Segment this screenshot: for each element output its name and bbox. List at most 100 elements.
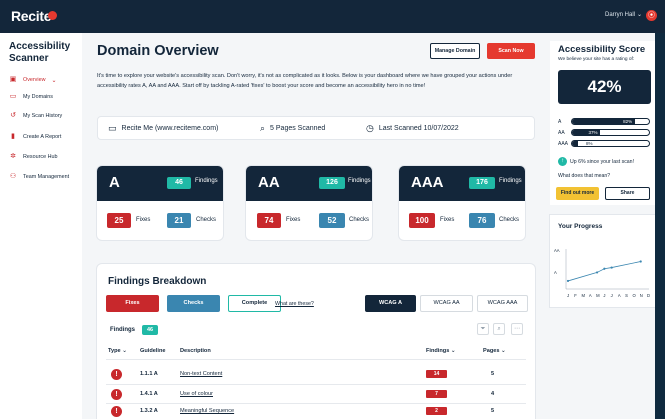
score-bar-a: 82% <box>571 118 650 125</box>
chart-icon: ▮ <box>11 133 15 140</box>
x-tick-label: S <box>625 293 628 298</box>
more-icon[interactable]: ⋯ <box>511 323 523 335</box>
header-pages[interactable]: Pages ⌄ <box>483 348 506 354</box>
app-frame: Recite Darryn Hall ⌄ ⦿ Accessibility Sca… <box>0 0 665 419</box>
score-subtitle: We believe your site has a rating of: <box>558 57 635 62</box>
checks-count[interactable]: 76 <box>469 213 495 228</box>
checks-count[interactable]: 21 <box>167 213 191 228</box>
card-level: A <box>109 174 120 191</box>
sidebar-item-label: My Domains <box>23 94 53 100</box>
find-out-more-button[interactable]: Find out more <box>556 187 599 200</box>
sidebar-item-create-report[interactable]: ▮ Create A Report <box>9 130 61 144</box>
score-bar-fill: 37% <box>572 130 601 135</box>
x-tick-label: M <box>596 293 600 298</box>
tab-wcag-a[interactable]: WCAG A <box>365 295 416 312</box>
row-description-link[interactable]: Non-text Content <box>180 371 222 377</box>
row-findings: 14 <box>426 370 447 378</box>
row-guideline: 1.1.1 A <box>140 371 158 377</box>
score-value: 42% <box>558 70 651 104</box>
card-header: AAA 176 Findings <box>399 166 525 201</box>
manage-domain-button[interactable]: Manage Domain <box>430 43 480 59</box>
row-findings: 2 <box>426 407 447 415</box>
findings-count: 46 <box>167 177 191 189</box>
table-row[interactable]: ! 1.1.1 A Non-text Content 14 5 <box>97 367 535 385</box>
header-findings[interactable]: Findings ⌄ <box>426 348 456 354</box>
findings-count: 126 <box>319 177 345 189</box>
findings-count-badge: 46 <box>142 325 158 335</box>
header-type[interactable]: Type ⌄ <box>108 348 127 354</box>
level-aa-card[interactable]: AA 126 Findings 74 Fixes 52 Checks <box>246 166 372 240</box>
logo-badge-icon <box>48 11 57 20</box>
x-tick-label: A <box>589 293 592 298</box>
search-icon[interactable]: ⌕ <box>493 323 505 335</box>
x-tick-label: M <box>582 293 586 298</box>
progress-point <box>610 266 613 269</box>
page-edge <box>655 33 665 419</box>
findings-count: 176 <box>469 177 495 189</box>
sidebar-item-team-management[interactable]: ⚇ Team Management <box>9 170 69 184</box>
card-header: AA 126 Findings <box>246 166 372 201</box>
site-name: Recite Me (www.reciteme.com) <box>121 125 219 132</box>
sidebar-item-label: Team Management <box>23 174 70 180</box>
progress-chart: AAAJ F M A M J J A S O N D <box>554 248 650 298</box>
sidebar-item-my-domains[interactable]: ▭ My Domains <box>9 90 53 104</box>
card-level: AA <box>258 174 280 191</box>
what-are-these-link[interactable]: What are these? <box>275 301 314 307</box>
header-guideline: Guideline <box>140 348 166 354</box>
score-change-text: Up 6% since your last scan! <box>570 158 635 165</box>
fixes-count[interactable]: 100 <box>409 213 435 228</box>
arrow-up-icon: ↑ <box>558 157 567 166</box>
checks-label: Checks <box>499 217 520 223</box>
score-bar-fill: 82% <box>572 119 636 124</box>
site-info: ▭ Recite Me (www.reciteme.com) <box>108 123 218 134</box>
monitor-icon: ▭ <box>9 93 17 100</box>
avatar[interactable]: ⦿ <box>646 10 657 21</box>
x-tick-label: N <box>640 293 643 298</box>
progress-point <box>603 267 606 270</box>
recite-logo[interactable]: Recite <box>11 8 52 24</box>
error-icon: ! <box>111 389 122 400</box>
y-tick-label: A <box>554 270 557 275</box>
x-tick-label: J <box>611 293 613 298</box>
score-bar-aa: 37% <box>571 129 650 136</box>
level-aaa-card[interactable]: AAA 176 Findings 100 Fixes 76 Checks <box>399 166 525 240</box>
chevron-down-icon: ⌄ <box>51 77 57 84</box>
fixes-count[interactable]: 74 <box>257 213 281 228</box>
pages-scanned: 5 Pages Scanned <box>270 125 326 132</box>
sidebar-item-scan-history[interactable]: ↺ My Scan History <box>9 109 62 123</box>
bar-text-aaa: 8% <box>586 141 593 146</box>
share-button[interactable]: Share <box>605 187 650 200</box>
row-pages: 4 <box>491 391 495 397</box>
page: Accessibility Scanner ▣ Overview ⌄ ▭ My … <box>0 33 655 419</box>
fixes-count[interactable]: 25 <box>107 213 131 228</box>
history-icon: ↺ <box>10 112 16 119</box>
progress-point <box>639 260 642 263</box>
complete-filter-button[interactable]: Complete <box>228 295 281 312</box>
chevron-down-icon[interactable]: ⌄ <box>637 11 642 18</box>
x-tick-label: D <box>647 293 650 298</box>
level-a-card[interactable]: A 46 Findings 25 Fixes 21 Checks <box>97 166 223 240</box>
scan-now-button[interactable]: Scan Now <box>487 43 535 59</box>
magnifier-icon: ⌕ <box>260 123 266 133</box>
progress-line <box>567 261 641 282</box>
user-name[interactable]: Darryn Hall <box>605 12 635 18</box>
divider <box>106 384 526 385</box>
filter-icon[interactable]: ⏷ <box>477 323 489 335</box>
row-description-link[interactable]: Use of colour <box>180 391 213 397</box>
tab-wcag-aaa[interactable]: WCAG AAA <box>477 295 528 312</box>
sidebar: Accessibility Scanner ▣ Overview ⌄ ▭ My … <box>0 33 82 419</box>
bar-label-aaa: AAA <box>558 141 569 147</box>
score-bar-fill <box>572 141 579 146</box>
error-icon: ! <box>111 369 122 380</box>
findings-breakdown: Findings Breakdown Fixes Checks Complete… <box>97 264 535 419</box>
row-description-link[interactable]: Meaningful Sequence <box>180 408 234 414</box>
x-tick-label: J <box>567 293 569 298</box>
checks-count[interactable]: 52 <box>319 213 345 228</box>
sidebar-item-overview[interactable]: ▣ Overview ⌄ <box>9 73 57 87</box>
table-row[interactable]: ! 1.3.2 A Meaningful Sequence 2 5 <box>97 404 535 419</box>
fixes-filter-button[interactable]: Fixes <box>106 295 159 312</box>
sidebar-item-resource-hub[interactable]: ✲ Resource Hub <box>9 150 57 164</box>
tab-wcag-aa[interactable]: WCAG AA <box>420 295 473 312</box>
checks-filter-button[interactable]: Checks <box>167 295 220 312</box>
top-bar: Recite Darryn Hall ⌄ ⦿ <box>0 0 665 33</box>
